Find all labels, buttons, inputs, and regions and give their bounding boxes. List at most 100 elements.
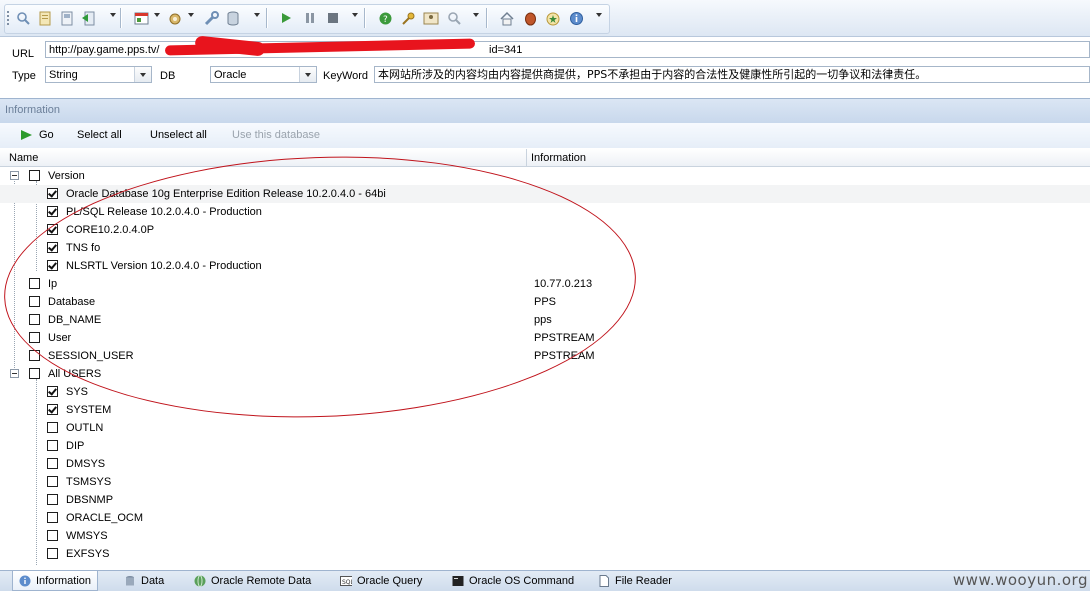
collapse-icon[interactable]	[10, 171, 19, 180]
tree-node-db-name[interactable]: DB_NAME pps	[0, 311, 1090, 329]
use-this-database-button[interactable]: Use this database	[232, 129, 320, 141]
bug-icon[interactable]	[521, 9, 539, 27]
checkbox[interactable]	[47, 224, 58, 235]
checkbox[interactable]	[47, 530, 58, 541]
tree-node-user-item[interactable]: DBSNMP	[0, 491, 1090, 509]
wrench-icon[interactable]	[202, 9, 220, 27]
checkbox[interactable]	[47, 512, 58, 523]
toolbar-grip[interactable]	[7, 11, 9, 25]
checkbox[interactable]	[47, 260, 58, 271]
tree-node-user-item[interactable]: WMSYS	[0, 527, 1090, 545]
checkbox[interactable]	[47, 188, 58, 199]
node-label: SESSION_USER	[48, 350, 134, 362]
tools-icon[interactable]	[167, 9, 185, 27]
panel-title: Information	[5, 104, 61, 116]
help-icon[interactable]: ?	[376, 9, 394, 27]
tree-node-user-item[interactable]: SYSTEM	[0, 401, 1090, 419]
chevron-down-icon[interactable]	[134, 67, 151, 82]
tab-label: Data	[141, 575, 165, 587]
stop-icon[interactable]	[324, 9, 342, 27]
user-icon[interactable]	[422, 9, 440, 27]
info-icon[interactable]	[567, 9, 585, 27]
tab-oracle-os-command[interactable]: Oracle OS Command	[446, 571, 580, 591]
tab-information[interactable]: Information	[12, 571, 99, 591]
column-name[interactable]: Name	[9, 152, 38, 164]
tab-file-reader[interactable]: File Reader	[592, 571, 678, 591]
keyword-input[interactable]: 本网站所涉及的内容均由内容提供商提供，PPS不承担由于内容的合法性及健康性所引起…	[374, 66, 1090, 83]
checkbox[interactable]	[29, 332, 40, 343]
tree-node-user-item[interactable]: DIP	[0, 437, 1090, 455]
key-icon[interactable]	[399, 9, 417, 27]
tree-node-session-user[interactable]: SESSION_USER PPSTREAM	[0, 347, 1090, 365]
checkbox[interactable]	[47, 386, 58, 397]
star-icon[interactable]	[544, 9, 562, 27]
export-icon[interactable]	[80, 9, 98, 27]
chevron-down-icon[interactable]	[154, 13, 160, 17]
chevron-down-icon[interactable]	[110, 13, 116, 17]
chevron-down-icon[interactable]	[299, 67, 316, 82]
db-value: Oracle	[214, 69, 247, 81]
tree-node-user-item[interactable]: ORACLE_OCM	[0, 509, 1090, 527]
tab-data[interactable]: Data	[118, 571, 170, 591]
pause-icon[interactable]	[301, 9, 319, 27]
tree-node-user-item[interactable]: SYS	[0, 383, 1090, 401]
chevron-down-icon[interactable]	[473, 13, 479, 17]
tree-node-version-child[interactable]: PL/SQL Release 10.2.0.4.0 - Production	[0, 203, 1090, 221]
open-icon[interactable]	[36, 9, 54, 27]
chevron-down-icon[interactable]	[596, 13, 602, 17]
checkbox[interactable]	[29, 350, 40, 361]
collapse-icon[interactable]	[10, 369, 19, 378]
save-icon[interactable]	[58, 9, 76, 27]
play-icon[interactable]	[21, 130, 32, 140]
tree-node-version-child[interactable]: NLSRTL Version 10.2.0.4.0 - Production	[0, 257, 1090, 275]
tab-oracle-query[interactable]: SQL Oracle Query	[334, 571, 428, 591]
chevron-down-icon[interactable]	[188, 13, 194, 17]
checkbox[interactable]	[29, 368, 40, 379]
home-icon[interactable]	[498, 9, 516, 27]
checkbox[interactable]	[29, 278, 40, 289]
db-select[interactable]: Oracle	[210, 66, 317, 83]
tree-node-user-item[interactable]: DMSYS	[0, 455, 1090, 473]
tab-oracle-remote-data[interactable]: Oracle Remote Data	[188, 571, 317, 591]
unselect-all-button[interactable]: Unselect all	[150, 129, 207, 141]
tree-node-version-child[interactable]: CORE10.2.0.4.0P	[0, 221, 1090, 239]
search-icon[interactable]	[14, 9, 32, 27]
parameters-panel: URL http://pay.game.pps.tv/id=341 Type S…	[0, 37, 1090, 96]
tree-node-ip[interactable]: Ip 10.77.0.213	[0, 275, 1090, 293]
database-icon[interactable]	[224, 9, 242, 27]
checkbox[interactable]	[29, 170, 40, 181]
checkbox[interactable]	[47, 476, 58, 487]
checkbox[interactable]	[47, 440, 58, 451]
tree-node-all-users[interactable]: All USERS	[0, 365, 1090, 383]
column-divider[interactable]	[526, 149, 527, 166]
type-select[interactable]: String	[45, 66, 152, 83]
play-icon[interactable]	[277, 9, 295, 27]
checkbox[interactable]	[47, 548, 58, 559]
tree-node-version-child[interactable]: TNS fo	[0, 239, 1090, 257]
chevron-down-icon[interactable]	[352, 13, 358, 17]
checkbox[interactable]	[47, 242, 58, 253]
zoom-icon[interactable]	[445, 9, 463, 27]
checkbox[interactable]	[47, 422, 58, 433]
chevron-down-icon[interactable]	[254, 13, 260, 17]
db-label: DB	[160, 70, 176, 82]
tree-node-user[interactable]: User PPSTREAM	[0, 329, 1090, 347]
checkbox[interactable]	[29, 314, 40, 325]
keyword-value: 本网站所涉及的内容均由内容提供商提供，PPS不承担由于内容的合法性及健康性所引起…	[378, 68, 927, 81]
tree-node-version[interactable]: Version	[0, 167, 1090, 185]
tree-node-user-item[interactable]: EXFSYS	[0, 545, 1090, 563]
column-information[interactable]: Information	[531, 152, 586, 164]
tree-node-user-item[interactable]: OUTLN	[0, 419, 1090, 437]
tree-node-version-child[interactable]: Oracle Database 10g Enterprise Edition R…	[0, 185, 1090, 203]
information-tree: Version Oracle Database 10g Enterprise E…	[0, 167, 1090, 565]
checkbox[interactable]	[47, 494, 58, 505]
tree-node-database[interactable]: Database PPS	[0, 293, 1090, 311]
checkbox[interactable]	[47, 206, 58, 217]
tree-node-user-item[interactable]: TSMSYS	[0, 473, 1090, 491]
select-all-button[interactable]: Select all	[77, 129, 122, 141]
browser-icon[interactable]	[133, 9, 151, 27]
checkbox[interactable]	[29, 296, 40, 307]
go-button[interactable]: Go	[39, 129, 54, 141]
checkbox[interactable]	[47, 458, 58, 469]
checkbox[interactable]	[47, 404, 58, 415]
